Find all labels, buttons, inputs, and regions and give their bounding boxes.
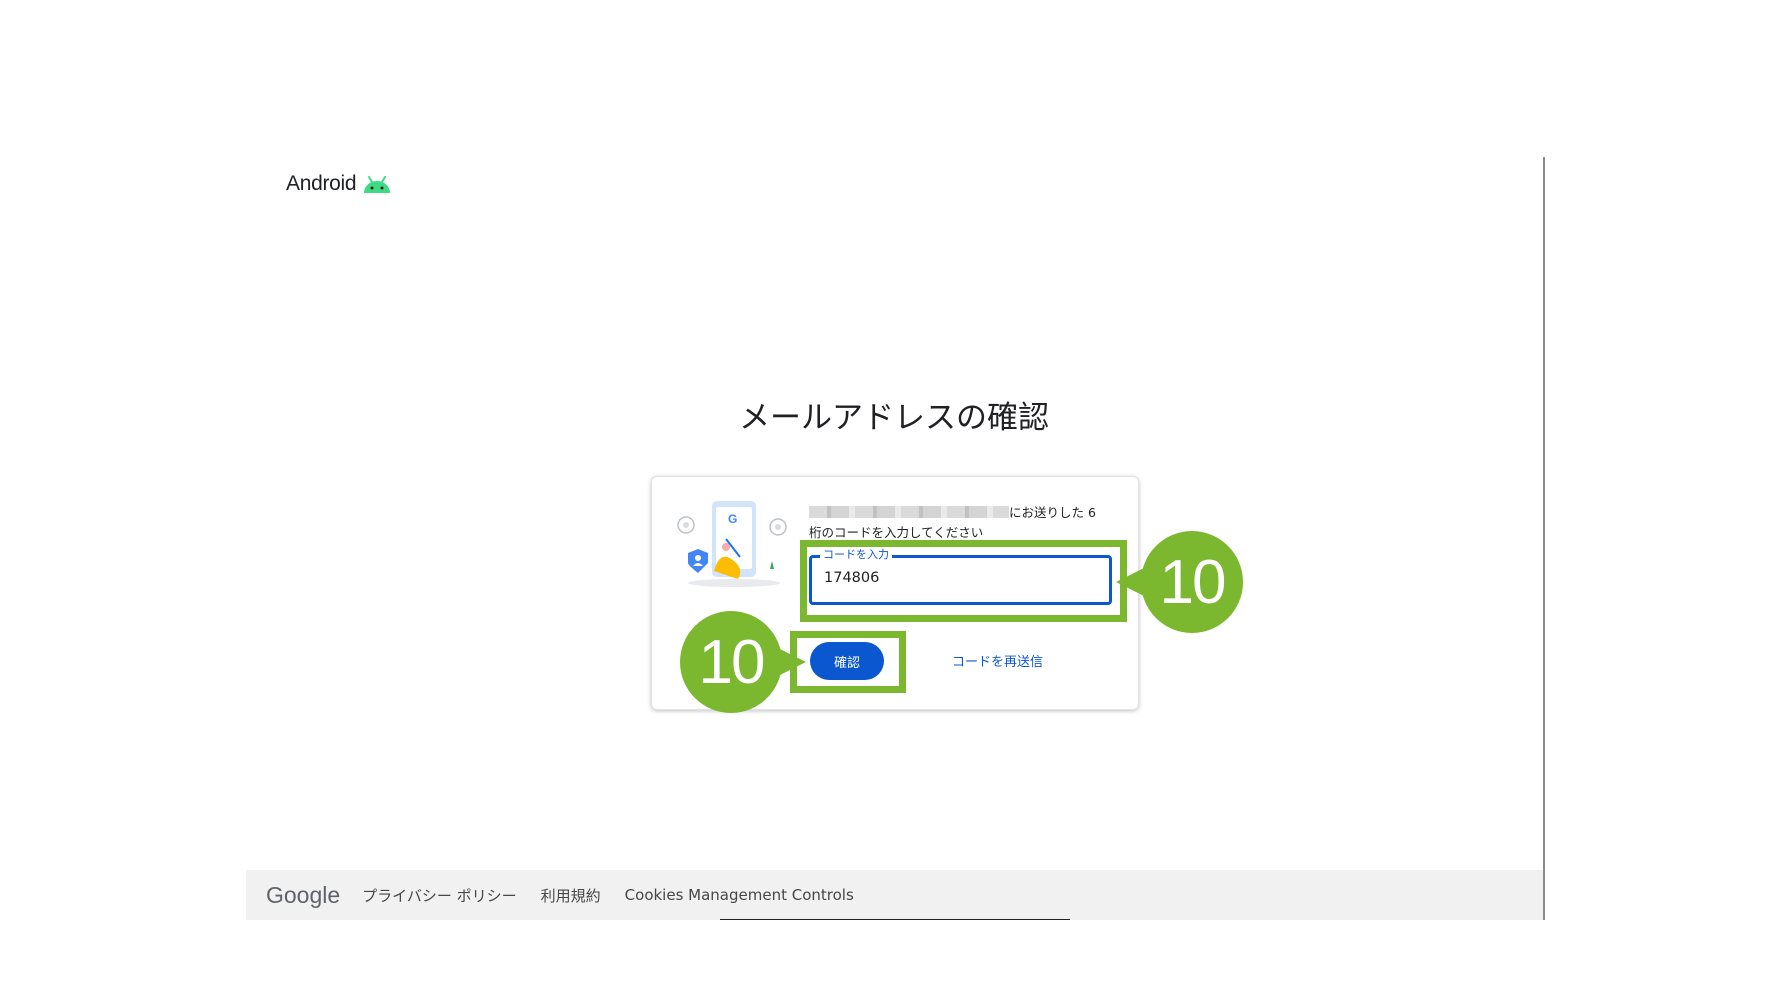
highlight-verify-button — [790, 631, 906, 693]
privacy-policy-link[interactable]: プライバシー ポリシー — [362, 885, 516, 906]
page-title: メールアドレスの確認 — [739, 400, 1049, 436]
instruction-text: にお送りした 6 桁のコードを入力してください — [809, 503, 1109, 543]
footer-divider — [720, 919, 1070, 920]
cookies-controls-link[interactable]: Cookies Management Controls — [625, 886, 854, 904]
android-robot-icon — [364, 176, 391, 193]
android-logo: Android — [286, 172, 392, 196]
window-edge — [1543, 157, 1545, 920]
instruction-line2: 桁のコードを入力してください — [809, 525, 984, 540]
instruction-line1: にお送りした 6 — [1009, 505, 1096, 520]
android-logo-text: Android — [286, 172, 357, 195]
highlight-code-field — [800, 540, 1127, 622]
resend-code-link[interactable]: コードを再送信 — [952, 651, 1043, 670]
step-badge-field: 10 — [1141, 531, 1243, 633]
footer: Google プライバシー ポリシー 利用規約 Cookies Manageme… — [246, 870, 1543, 920]
verify-email-illustration: G — [677, 501, 787, 587]
google-logo: Google — [266, 881, 341, 908]
step-badge-button: 10 — [680, 611, 782, 713]
terms-link[interactable]: 利用規約 — [541, 885, 601, 906]
svg-text:G: G — [728, 512, 737, 526]
redacted-email — [809, 506, 1009, 518]
